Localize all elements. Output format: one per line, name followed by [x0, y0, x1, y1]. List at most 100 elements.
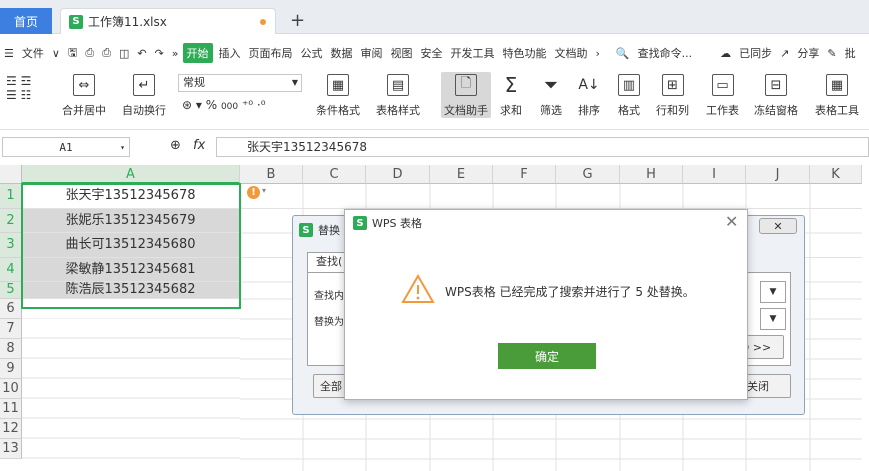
share-button[interactable]: 分享 [793, 45, 823, 61]
close-icon[interactable]: ✕ [725, 212, 738, 231]
search-icon[interactable]: 🔍 [612, 47, 634, 60]
freeze-panes-button[interactable]: ⊟ 冻结窗格 [754, 72, 798, 118]
tab-bar: 首页 S 工作簿11.xlsx + [0, 0, 869, 34]
row-header[interactable]: 12 [0, 419, 22, 439]
alert-title: S WPS 表格 [353, 215, 422, 231]
row-header[interactable]: 2 [0, 208, 22, 233]
row-header[interactable]: 5 [0, 282, 22, 299]
column-header[interactable]: J [746, 165, 810, 184]
print-preview-icon[interactable]: ◫ [115, 47, 133, 60]
tab-home[interactable]: 首页 [0, 8, 52, 34]
print-icon[interactable]: ⎙ [98, 46, 115, 60]
menu-features[interactable]: 特色功能 [499, 45, 551, 61]
conditional-format-button[interactable]: ▦ 条件格式 [316, 72, 360, 118]
save-icon[interactable]: 🖫 [64, 44, 81, 63]
wps-sheet-icon: S [69, 14, 83, 29]
sync-status[interactable]: 已同步 [735, 45, 776, 61]
more-icon[interactable]: » [168, 47, 183, 60]
menu-review[interactable]: 审阅 [357, 45, 387, 61]
name-box[interactable]: A1 ▾ [2, 137, 130, 157]
select-all-corner[interactable] [0, 165, 22, 184]
fx-icon[interactable]: fx [193, 138, 205, 153]
row-header[interactable]: 11 [0, 399, 22, 419]
column-header[interactable]: C [303, 165, 366, 184]
indent-icons[interactable]: ☲ ☲ ☰ ☷ [6, 74, 31, 102]
worksheet-icon: ▭ [711, 74, 734, 96]
hamburger-icon[interactable]: ☰ [0, 47, 18, 60]
tab-workbook[interactable]: S 工作簿11.xlsx [60, 8, 276, 34]
menu-developer[interactable]: 开发工具 [447, 45, 499, 61]
chevron-down-icon[interactable]: ▾ [262, 186, 266, 195]
row-header[interactable]: 9 [0, 359, 22, 379]
warning-icon [401, 274, 435, 303]
menu-formula[interactable]: 公式 [297, 45, 327, 61]
column-header[interactable]: A [22, 165, 240, 184]
number-format-icons[interactable]: ⊛ ▾ % 000 ⁺⁰ ·⁰ [182, 98, 266, 112]
chevron-down-icon[interactable]: ∨ [48, 47, 64, 60]
column-header[interactable]: K [810, 165, 862, 184]
search-command[interactable]: 查找命令... [634, 45, 697, 61]
comment-button[interactable]: 批 [841, 45, 860, 61]
sigma-icon: Σ [504, 73, 518, 97]
replace-label: 替换为 [314, 317, 344, 328]
menu-security[interactable]: 安全 [417, 45, 447, 61]
ok-button[interactable]: 确定 [498, 343, 596, 369]
conditional-format-icon: ▦ [327, 74, 349, 96]
redo-icon[interactable]: ↷ [151, 47, 168, 60]
column-header[interactable]: F [493, 165, 556, 184]
share-icon: ↗ [780, 46, 790, 60]
merge-icon: ⇔ [73, 74, 95, 96]
menu-page-layout[interactable]: 页面布局 [245, 45, 297, 61]
row-header[interactable]: 13 [0, 439, 22, 459]
unsaved-indicator [260, 19, 266, 25]
row-header[interactable]: 4 [0, 257, 22, 282]
doc-helper-button[interactable]: 🗋 文档助手 [441, 72, 491, 118]
column-header[interactable]: B [240, 165, 303, 184]
table-tools-button[interactable]: ▦ 表格工具 [815, 72, 859, 118]
menu-start[interactable]: 开始 [182, 43, 213, 63]
menu-file[interactable]: 文件 [18, 45, 48, 61]
export-pdf-icon[interactable]: ⎙ [81, 46, 98, 60]
column-header[interactable]: E [430, 165, 493, 184]
zoom-icon[interactable]: ⊕ [170, 138, 181, 153]
merge-center-button[interactable]: ⇔ 合并居中 [62, 72, 106, 118]
wrap-icon: ↵ [133, 74, 155, 96]
worksheet-button[interactable]: ▭ 工作表 [706, 72, 739, 118]
column-header[interactable]: H [620, 165, 683, 184]
row-header[interactable]: 8 [0, 339, 22, 359]
row-header[interactable]: 7 [0, 319, 22, 339]
comment-icon: ✎ [827, 46, 837, 60]
sort-button[interactable]: A↓ 排序 [578, 72, 600, 118]
table-style-button[interactable]: ▤ 表格样式 [376, 72, 420, 118]
sum-button[interactable]: Σ 求和 [500, 72, 522, 118]
menu-more-icon[interactable]: › [592, 47, 604, 60]
new-tab-button[interactable]: + [290, 10, 305, 31]
row-col-button[interactable]: ⊞ 行和列 [656, 72, 689, 118]
menu-doc-helper[interactable]: 文档助 [551, 45, 592, 61]
error-check-icon[interactable]: ! [247, 186, 260, 199]
tab-workbook-label: 工作簿11.xlsx [88, 15, 167, 29]
row-header[interactable]: 3 [0, 233, 22, 258]
row-header[interactable]: 6 [0, 299, 22, 319]
format-button[interactable]: ▥ 格式 [618, 72, 640, 118]
number-format-select[interactable]: 常规 ▼ [178, 74, 302, 92]
formula-input[interactable]: 张天宇13512345678 [216, 137, 869, 157]
close-icon[interactable]: ✕ [759, 218, 797, 234]
chevron-down-icon: ▼ [291, 78, 298, 87]
replace-dialog-title: S 替换 [299, 222, 340, 238]
find-dropdown[interactable]: ▼ [760, 281, 786, 303]
row-header[interactable]: 10 [0, 379, 22, 399]
menu-data[interactable]: 数据 [327, 45, 357, 61]
filter-button[interactable]: ⏷ 筛选 [540, 72, 562, 118]
menu-insert[interactable]: 插入 [215, 45, 245, 61]
column-header[interactable]: I [683, 165, 746, 184]
row-header[interactable]: 1 [0, 184, 22, 209]
replace-dropdown[interactable]: ▼ [760, 308, 786, 330]
tab-find[interactable]: 查找( [307, 252, 347, 272]
row-col-icon: ⊞ [661, 74, 684, 96]
column-header[interactable]: D [366, 165, 430, 184]
column-header[interactable]: G [556, 165, 620, 184]
undo-icon[interactable]: ↶ [133, 47, 150, 60]
wrap-text-button[interactable]: ↵ 自动换行 [122, 72, 166, 118]
menu-view[interactable]: 视图 [387, 45, 417, 61]
